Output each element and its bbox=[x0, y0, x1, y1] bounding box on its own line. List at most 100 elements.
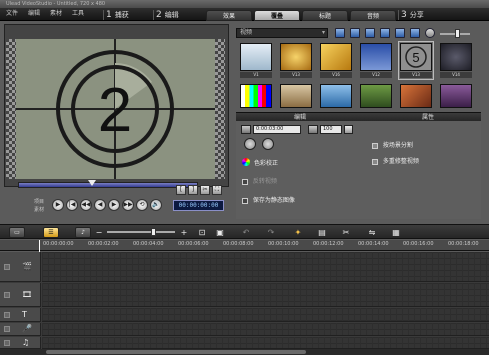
overlay-track-header[interactable]: 🎞 bbox=[0, 283, 41, 307]
tab-overlay[interactable]: 覆叠 bbox=[254, 10, 300, 21]
thumbnail-label: V13 bbox=[280, 72, 312, 78]
previous-button[interactable]: ◀◀ bbox=[80, 199, 92, 211]
import-icon[interactable] bbox=[350, 28, 360, 38]
track-manager-icon[interactable]: ▤ bbox=[316, 227, 328, 238]
library-thumbnail[interactable] bbox=[360, 43, 392, 71]
voice-track[interactable] bbox=[42, 323, 489, 336]
close-icon[interactable] bbox=[425, 28, 435, 38]
save-image-checkbox[interactable] bbox=[242, 197, 248, 204]
timeline-scrollbar[interactable] bbox=[0, 349, 489, 355]
folder-open-icon[interactable]: ▣ bbox=[214, 227, 226, 238]
library-thumbnail[interactable] bbox=[360, 84, 392, 108]
mark-in-button[interactable]: [ bbox=[176, 185, 186, 195]
clip-label[interactable]: 素材 bbox=[34, 206, 44, 213]
sort-icon[interactable] bbox=[365, 28, 375, 38]
duration-field[interactable]: 0:00:03:00 bbox=[253, 125, 301, 134]
end-button[interactable]: ▶▶ bbox=[122, 199, 134, 211]
rotate-left-icon[interactable] bbox=[244, 138, 256, 150]
library-thumbnail[interactable] bbox=[240, 84, 272, 108]
volume-spinner[interactable] bbox=[344, 125, 353, 134]
reverse-option[interactable]: 反转视频 bbox=[242, 176, 277, 185]
step-back-button[interactable]: ◀ bbox=[94, 199, 106, 211]
ruler-label: 00:00:14:00 bbox=[358, 241, 389, 247]
video-track[interactable] bbox=[42, 252, 489, 282]
library-thumbnail[interactable] bbox=[440, 84, 472, 108]
menu-file[interactable]: 文件 bbox=[6, 10, 18, 18]
menu-clip[interactable]: 素材 bbox=[50, 10, 62, 18]
music-track[interactable] bbox=[42, 337, 489, 349]
storyboard-view-button[interactable]: ▭ bbox=[9, 227, 25, 238]
tab-audio[interactable]: 音频 bbox=[350, 10, 396, 21]
thumbnail-size-icon[interactable] bbox=[395, 28, 405, 38]
home-button[interactable]: |◀ bbox=[66, 199, 78, 211]
scrub-bar[interactable] bbox=[18, 182, 198, 188]
playhead[interactable] bbox=[39, 240, 40, 252]
reverse-checkbox[interactable] bbox=[242, 178, 248, 185]
rotate-right-icon[interactable] bbox=[262, 138, 274, 150]
lock-icon[interactable] bbox=[4, 312, 10, 318]
lock-icon[interactable] bbox=[4, 326, 10, 332]
folder-icon[interactable] bbox=[335, 28, 345, 38]
timeline-view-button[interactable]: ☰ bbox=[43, 227, 59, 238]
scrub-knob[interactable] bbox=[88, 180, 96, 186]
project-label[interactable]: 项目 bbox=[34, 198, 44, 205]
video-track-header[interactable]: 🎬 bbox=[0, 252, 41, 282]
options-header: 编辑 属性 bbox=[236, 112, 481, 121]
library-thumbnail[interactable] bbox=[280, 43, 312, 71]
zoom-slider[interactable] bbox=[107, 231, 175, 233]
play-button[interactable]: ▶ bbox=[52, 199, 64, 211]
multi-trim-option[interactable]: 多重修整视频 bbox=[372, 156, 419, 165]
enable-track-icon[interactable]: ▦ bbox=[390, 227, 402, 238]
step-forward-button[interactable]: ▶ bbox=[108, 199, 120, 211]
volume-field[interactable]: 100 bbox=[320, 125, 342, 134]
title-track[interactable] bbox=[42, 308, 489, 322]
color-correction-option[interactable]: 色彩校正 bbox=[242, 158, 278, 167]
thumbnail-zoom-knob[interactable] bbox=[455, 29, 460, 38]
mark-out-button[interactable]: ] bbox=[188, 185, 198, 195]
library-thumbnail[interactable] bbox=[400, 84, 432, 108]
zoom-out-icon[interactable]: − bbox=[93, 227, 105, 238]
lock-icon[interactable] bbox=[4, 264, 10, 270]
lock-icon[interactable] bbox=[4, 292, 10, 298]
volume-button[interactable]: 🔊 bbox=[150, 199, 162, 211]
tab-title[interactable]: 标题 bbox=[302, 10, 348, 21]
cut-button[interactable]: ✂ bbox=[200, 185, 210, 195]
timecode-display[interactable]: 00:00:00:00 bbox=[173, 200, 224, 211]
fit-project-icon[interactable]: ⊡ bbox=[196, 227, 208, 238]
voice-track-header[interactable]: 🎤 bbox=[0, 323, 41, 336]
library-thumbnail[interactable] bbox=[240, 43, 272, 71]
title-track-header[interactable]: T bbox=[0, 308, 41, 322]
step-share[interactable]: 3 分享 bbox=[398, 10, 448, 20]
zoom-in-icon[interactable]: + bbox=[178, 227, 190, 238]
repeat-button[interactable]: ⟲ bbox=[136, 199, 148, 211]
step-edit[interactable]: 2 编辑 bbox=[153, 10, 203, 20]
chapter-point-icon[interactable]: ✂ bbox=[340, 227, 352, 238]
audio-view-button[interactable]: ♪ bbox=[75, 227, 91, 238]
options-icon[interactable] bbox=[410, 28, 420, 38]
library-thumbnail[interactable] bbox=[320, 84, 352, 108]
library-thumbnail[interactable] bbox=[280, 84, 312, 108]
split-scenes-option[interactable]: 按场景分割 bbox=[372, 140, 413, 149]
library-thumbnail[interactable]: 5 bbox=[400, 43, 432, 71]
library-thumbnail[interactable] bbox=[320, 43, 352, 71]
options-panel: 0:00:03:00 100 色彩校正 反转视频 保存为静态图像 按场景分割 多… bbox=[236, 121, 481, 219]
fullscreen-button[interactable]: ⛶ bbox=[212, 185, 222, 195]
save-image-option[interactable]: 保存为静态图像 bbox=[242, 195, 295, 204]
redo-icon[interactable]: ↷ bbox=[265, 227, 277, 238]
undo-icon[interactable]: ↶ bbox=[240, 227, 252, 238]
music-track-header[interactable]: ♫ bbox=[0, 337, 41, 349]
preview-window[interactable]: 2 bbox=[6, 39, 225, 179]
step-capture[interactable]: 1 捕获 bbox=[103, 10, 153, 20]
zoom-slider-knob[interactable] bbox=[151, 228, 156, 236]
view-icon[interactable] bbox=[380, 28, 390, 38]
tab-effects[interactable]: 效果 bbox=[206, 10, 252, 21]
overlay-track[interactable] bbox=[42, 283, 489, 307]
scrollbar-thumb[interactable] bbox=[46, 350, 306, 354]
ripple-edit-icon[interactable]: ⇋ bbox=[366, 227, 378, 238]
lock-icon[interactable] bbox=[4, 340, 10, 346]
smart-proxy-icon[interactable]: ✦ bbox=[292, 227, 304, 238]
library-thumbnail[interactable] bbox=[440, 43, 472, 71]
menu-tools[interactable]: 工具 bbox=[72, 10, 84, 18]
menu-edit[interactable]: 编辑 bbox=[28, 10, 40, 18]
library-dropdown[interactable]: 视频 ▾ bbox=[236, 28, 328, 38]
